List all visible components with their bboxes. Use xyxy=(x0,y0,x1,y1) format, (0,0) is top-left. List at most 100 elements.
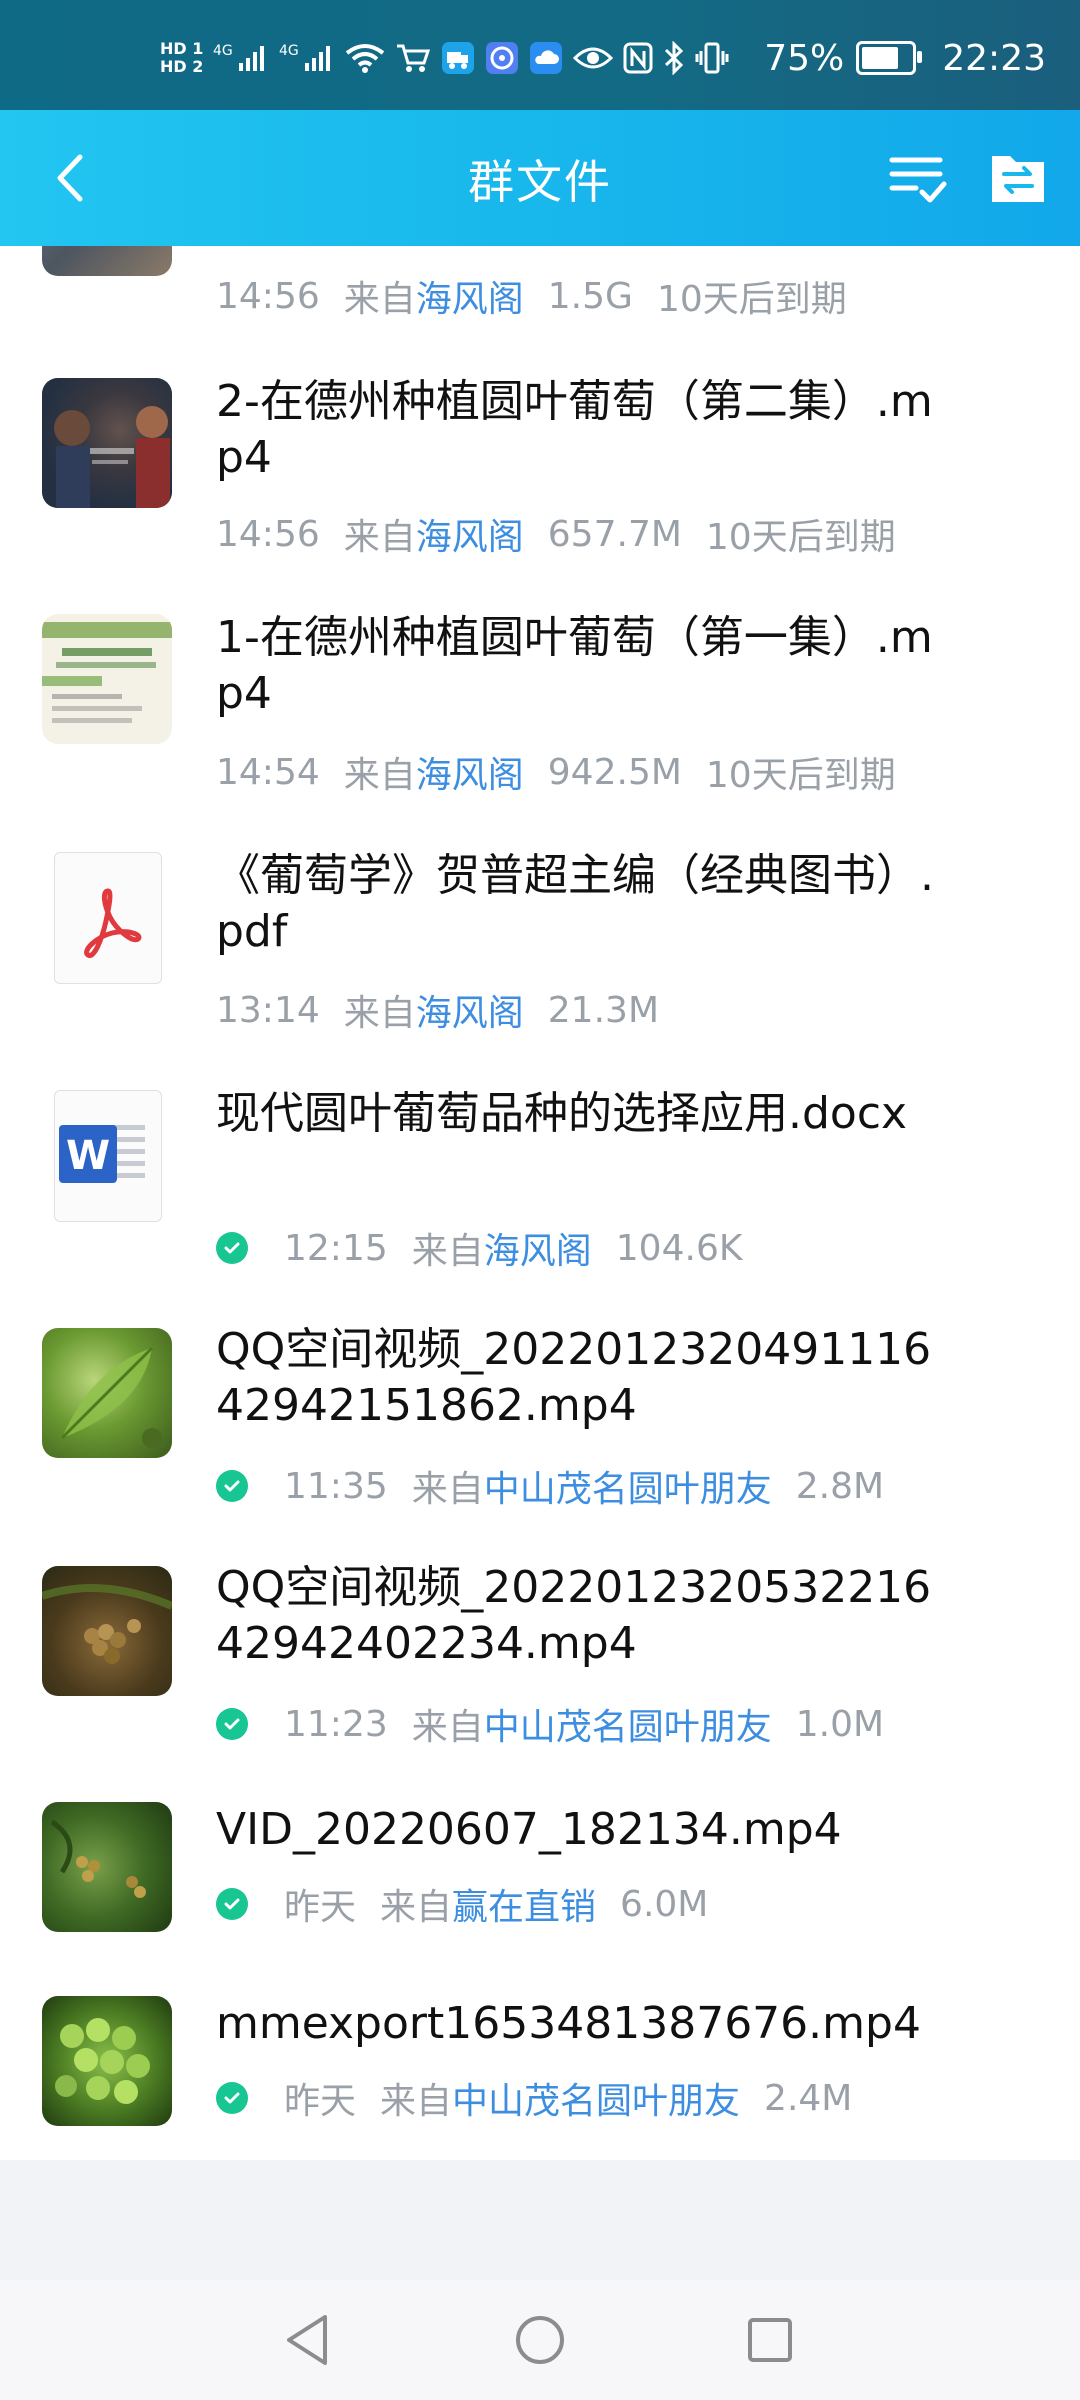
file-uploader-link[interactable]: 中山茂名圆叶朋友 xyxy=(452,2072,740,2124)
file-item[interactable]: QQ空间视频_2022012320491116 42942151862.mp4 … xyxy=(0,1298,1080,1536)
file-name: QQ空间视频_2022012320532216 42942402234.mp4 xyxy=(216,1562,932,1669)
file-time: 12:15 xyxy=(284,1227,388,1269)
file-size: 1.5G xyxy=(547,275,633,317)
file-item[interactable]: mmexport1653481387676.mp4 昨天 来自 中山茂名圆叶朋友 … xyxy=(0,1966,1080,2160)
file-uploader-link[interactable]: 海风阁 xyxy=(484,1222,592,1274)
file-meta: 14:56 来自 海风阁 1.5G 10天后到期 xyxy=(216,270,847,322)
file-from-prefix: 来自 xyxy=(380,1887,453,1928)
sim2-label: HD 2 xyxy=(160,57,204,76)
file-item[interactable]: 《葡萄学》贺普超主编（经典图书）.pdf 13:14 来自 海风阁 21.3M xyxy=(0,822,1080,1060)
file-name: 现代圆叶葡萄品种的选择应用.docx xyxy=(216,1088,908,1139)
file-name: VID_20220607_182134.mp4 xyxy=(216,1804,842,1855)
bluetooth-icon xyxy=(663,41,685,75)
file-item[interactable]: 14:56 来自 海风阁 1.5G 10天后到期 xyxy=(0,246,1080,346)
file-item[interactable]: W 现代圆叶葡萄品种的选择应用.docx 12:15 来自 海风阁 104.6K xyxy=(0,1060,1080,1298)
file-uploader-link[interactable]: 中山茂名圆叶朋友 xyxy=(484,1698,772,1750)
sim1-label: HD 1 xyxy=(160,39,204,58)
vineyard-people-image xyxy=(42,378,172,508)
file-from-prefix: 来自 xyxy=(411,1469,484,1510)
file-item[interactable]: 2-在德州种植圆叶葡萄（第二集）.mp4 14:56 来自 海风阁 657.7M … xyxy=(0,346,1080,584)
file-name: 2-在德州种植圆叶葡萄（第二集）.mp4 xyxy=(216,376,933,483)
file-list[interactable]: 14:56 来自 海风阁 1.5G 10天后到期 2-在德州种植圆叶葡萄（第二集）… xyxy=(0,246,1080,2160)
file-from-prefix: 来自 xyxy=(411,1231,484,1272)
downloaded-check-icon xyxy=(216,2082,248,2114)
clock: 22:23 xyxy=(942,37,1046,79)
nav-back-button[interactable] xyxy=(278,2310,338,2370)
file-from-prefix: 来自 xyxy=(343,993,416,1034)
file-time: 14:56 xyxy=(216,275,320,317)
file-name: mmexport1653481387676.mp4 xyxy=(216,1998,921,2049)
file-from-prefix: 来自 xyxy=(343,517,416,558)
file-meta: 11:35 来自 中山茂名圆叶朋友 2.8M xyxy=(216,1460,884,1512)
file-from-prefix: 来自 xyxy=(343,279,416,320)
file-name: 《葡萄学》贺普超主编（经典图书）.pdf xyxy=(216,850,934,957)
signal-icon: 4G xyxy=(279,41,335,75)
file-uploader-link[interactable]: 海风阁 xyxy=(416,746,524,798)
file-name: QQ空间视频_2022012320491116 42942151862.mp4 xyxy=(216,1324,932,1431)
music-app-icon xyxy=(485,41,519,75)
transfer-folder-button[interactable] xyxy=(986,148,1050,208)
triangle-back-icon xyxy=(287,2315,327,2365)
multi-select-button[interactable] xyxy=(886,148,950,208)
file-time: 昨天 xyxy=(284,2081,357,2122)
file-uploader-link[interactable]: 中山茂名圆叶朋友 xyxy=(484,1460,772,1512)
file-expire: 10天后到期 xyxy=(705,517,896,558)
file-meta: 昨天 来自 中山茂名圆叶朋友 2.4M xyxy=(216,2072,852,2124)
video-thumbnail xyxy=(42,1328,172,1458)
svg-text:W: W xyxy=(66,1133,110,1179)
app-bar: 群文件 xyxy=(0,110,1080,246)
file-meta: 13:14 来自 海风阁 21.3M xyxy=(216,984,659,1036)
nav-home-button[interactable] xyxy=(510,2310,570,2370)
circle-home-icon xyxy=(516,2316,564,2364)
file-size: 104.6K xyxy=(615,1227,743,1269)
status-bar-left: HD 1 HD 2 4G 4G xyxy=(160,28,729,88)
list-check-icon xyxy=(889,157,947,203)
file-item[interactable]: QQ空间视频_2022012320532216 42942402234.mp4 … xyxy=(0,1536,1080,1774)
vine-foliage-image xyxy=(50,1819,146,1898)
file-time: 13:14 xyxy=(216,989,320,1031)
downloaded-check-icon xyxy=(216,1888,248,1920)
status-bar: HD 1 HD 2 4G 4G 75% 22:23 xyxy=(0,0,1080,110)
downloaded-check-icon xyxy=(216,1232,248,1264)
pdf-file-thumbnail xyxy=(54,852,162,984)
file-item[interactable]: 1-在德州种植圆叶葡萄（第一集）.mp4 14:54 来自 海风阁 942.5M … xyxy=(0,584,1080,822)
file-meta: 14:56 来自 海风阁 657.7M 10天后到期 xyxy=(216,508,896,560)
word-doc-icon: W xyxy=(59,1125,145,1183)
file-size: 2.8M xyxy=(795,1465,885,1507)
battery-percent: 75% xyxy=(764,37,845,79)
dual-sim-indicator: HD 1 HD 2 xyxy=(160,40,203,76)
status-bar-right: 75% 22:23 xyxy=(764,28,1046,88)
cloud-app-icon xyxy=(529,41,563,75)
file-uploader-link[interactable]: 赢在直销 xyxy=(452,1878,596,1930)
file-uploader-link[interactable]: 海风阁 xyxy=(416,270,524,322)
slide-title-image xyxy=(42,622,172,723)
green-grapes-image xyxy=(55,2018,150,2104)
wifi-icon xyxy=(345,42,385,74)
pdf-icon xyxy=(84,888,142,958)
word-file-thumbnail: W xyxy=(54,1090,162,1222)
file-item[interactable]: VID_20220607_182134.mp4 昨天 来自 赢在直销 6.0M xyxy=(0,1774,1080,1966)
vibrate-icon xyxy=(695,41,729,75)
video-thumbnail xyxy=(42,378,172,508)
net2-label: 4G xyxy=(279,43,299,59)
file-uploader-link[interactable]: 海风阁 xyxy=(416,984,524,1036)
list-footer-space xyxy=(0,2160,1080,2280)
file-meta: 11:23 来自 中山茂名圆叶朋友 1.0M xyxy=(216,1698,884,1750)
file-time: 昨天 xyxy=(284,1887,357,1928)
eye-icon xyxy=(573,44,614,72)
file-size: 2.4M xyxy=(764,2077,853,2119)
nfc-icon xyxy=(623,42,653,74)
signal-icon: 4G xyxy=(213,41,269,75)
file-name: 1-在德州种植圆叶葡萄（第一集）.mp4 xyxy=(216,612,933,719)
battery-icon xyxy=(856,41,923,75)
square-recents-icon xyxy=(748,2318,792,2362)
file-from-prefix: 来自 xyxy=(380,2081,453,2122)
nav-recents-button[interactable] xyxy=(740,2310,800,2370)
file-uploader-link[interactable]: 海风阁 xyxy=(416,508,524,560)
system-nav-bar xyxy=(0,2280,1080,2400)
battery-fill xyxy=(862,47,899,69)
net1-label: 4G xyxy=(213,43,233,59)
file-meta: 14:54 来自 海风阁 942.5M 10天后到期 xyxy=(216,746,896,798)
video-thumbnail xyxy=(42,614,172,744)
video-thumbnail xyxy=(42,1566,172,1696)
